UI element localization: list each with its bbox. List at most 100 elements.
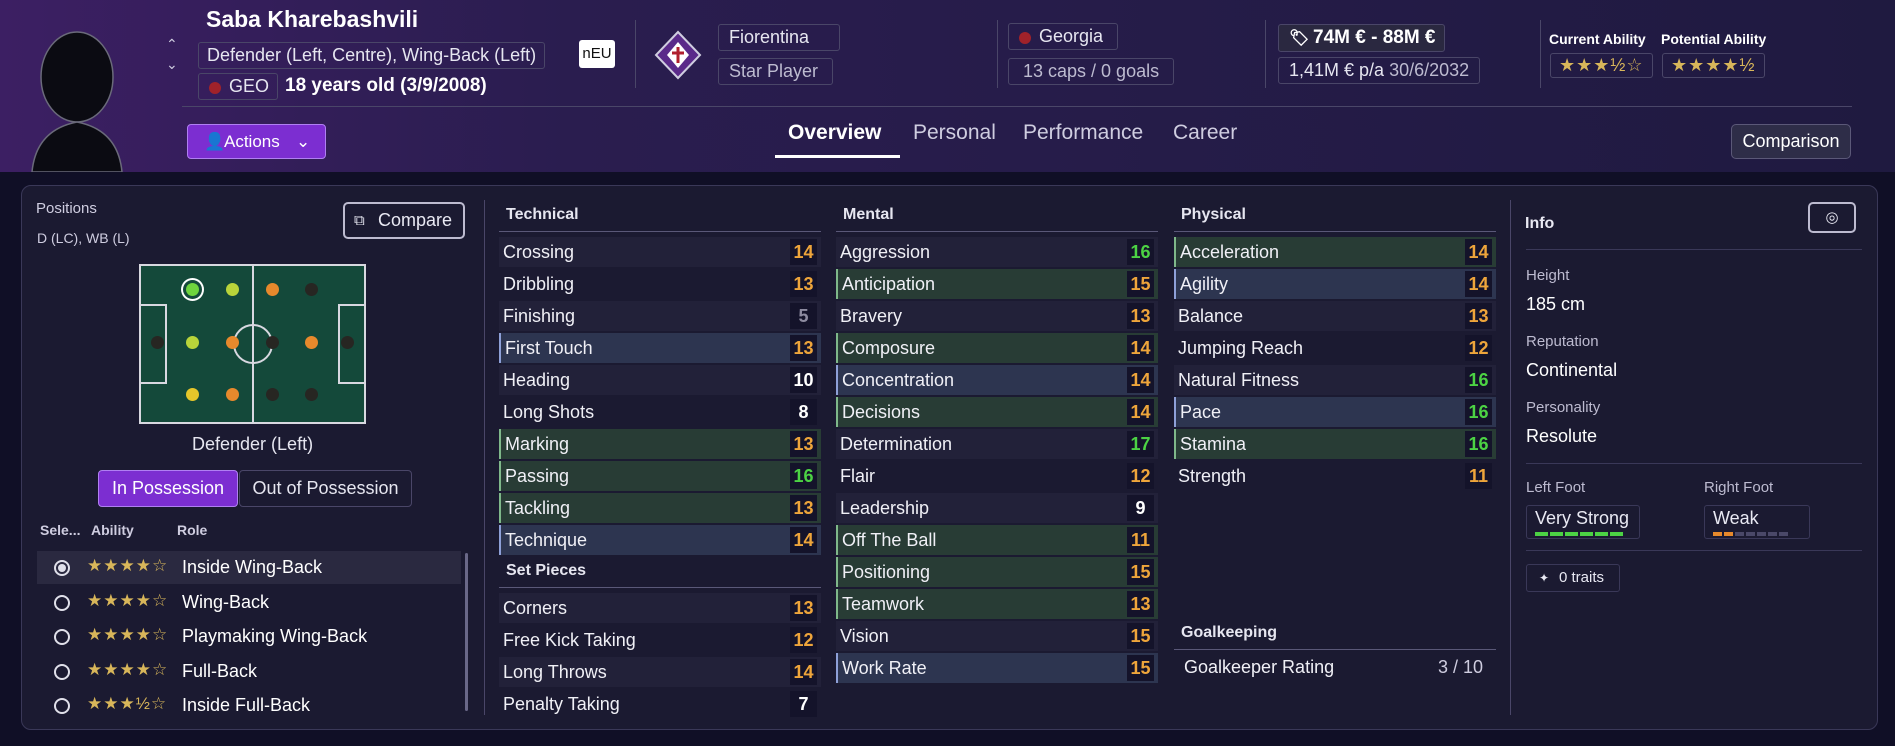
attribute-row[interactable]: Off The Ball 11 <box>836 525 1158 555</box>
attribute-row[interactable]: Anticipation 15 <box>836 269 1158 299</box>
attribute-row[interactable]: Long Shots 8 <box>499 397 821 427</box>
attribute-row[interactable]: Leadership 9 <box>836 493 1158 523</box>
attribute-row[interactable]: Dribbling 13 <box>499 269 821 299</box>
actions-button[interactable]: 👤 Actions ⌄ <box>187 124 326 159</box>
attribute-row[interactable]: Long Throws 14 <box>499 657 821 687</box>
role-name: Wing-Back <box>182 591 270 612</box>
divider <box>1510 200 1511 715</box>
attribute-value: 13 <box>790 271 817 297</box>
tab-overview[interactable]: Overview <box>788 121 881 145</box>
attribute-row[interactable]: Heading 10 <box>499 365 821 395</box>
attribute-name: Bravery <box>840 306 903 326</box>
tab-indicator <box>775 155 900 158</box>
roles-scrollbar[interactable] <box>465 553 468 711</box>
attribute-value: 12 <box>1127 463 1154 489</box>
comparison-button[interactable]: Comparison <box>1731 124 1851 159</box>
profile-settings-icon[interactable]: ◎ <box>1808 202 1856 233</box>
attribute-row[interactable]: Vision 15 <box>836 621 1158 651</box>
tab-performance[interactable]: Performance <box>1023 121 1143 145</box>
attribute-row[interactable]: Finishing 5 <box>499 301 821 331</box>
height-value: 185 cm <box>1526 294 1586 314</box>
attribute-name: Work Rate <box>842 658 927 678</box>
attribute-value: 15 <box>1127 623 1154 649</box>
attribute-value: 5 <box>790 303 817 329</box>
attribute-row[interactable]: Stamina 16 <box>1174 429 1496 459</box>
attribute-value: 15 <box>1127 655 1154 681</box>
attribute-row[interactable]: Decisions 14 <box>836 397 1158 427</box>
traits-button[interactable]: ✦ 0 traits <box>1526 564 1620 592</box>
attribute-row[interactable]: Bravery 13 <box>836 301 1158 331</box>
attribute-row[interactable]: Flair 12 <box>836 461 1158 491</box>
current-ability-stars: ★★★½☆ <box>1550 53 1653 78</box>
attribute-name: Flair <box>840 466 875 486</box>
roles-header-select[interactable]: Sele... <box>40 522 80 538</box>
role-row[interactable]: ★★★★☆ Inside Wing-Back <box>37 551 461 584</box>
info-rule <box>1526 249 1862 250</box>
compare-button[interactable]: ⧉ Compare <box>343 202 465 239</box>
attribute-row[interactable]: Tackling 13 <box>499 493 821 523</box>
attribute-value: 16 <box>1127 239 1154 265</box>
height-label: Height <box>1526 267 1570 284</box>
roles-header-role[interactable]: Role <box>177 522 207 538</box>
attribute-row[interactable]: Natural Fitness 16 <box>1174 365 1496 395</box>
player-nav-arrows[interactable]: ⌃ ⌄ <box>166 34 178 74</box>
attribute-row[interactable]: Concentration 14 <box>836 365 1158 395</box>
radio-button[interactable] <box>54 698 70 714</box>
attribute-row[interactable]: Free Kick Taking 12 <box>499 625 821 655</box>
tab-career[interactable]: Career <box>1173 121 1237 145</box>
roles-header-ability[interactable]: Ability <box>91 522 134 538</box>
attribute-row[interactable]: Technique 14 <box>499 525 821 555</box>
attribute-row[interactable]: Penalty Taking 7 <box>499 689 821 719</box>
technical-title: Technical <box>506 206 579 223</box>
attribute-row[interactable]: Composure 14 <box>836 333 1158 363</box>
chevron-down-icon: ⌄ <box>296 132 311 151</box>
role-row[interactable]: ★★★½☆ Inside Full-Back <box>37 689 461 722</box>
role-name: Inside Full-Back <box>182 695 311 715</box>
club-name[interactable]: Fiorentina <box>718 24 841 51</box>
attribute-row[interactable]: Acceleration 14 <box>1174 237 1496 267</box>
attribute-row[interactable]: First Touch 13 <box>499 333 821 363</box>
pitch-dot <box>305 388 318 401</box>
attribute-row[interactable]: Corners 13 <box>499 593 821 623</box>
neu-badge: nEU <box>579 40 615 68</box>
personality-value: Resolute <box>1526 426 1598 446</box>
in-possession-button[interactable]: In Possession <box>98 470 238 507</box>
reputation-value: Continental <box>1526 360 1618 380</box>
out-of-possession-button[interactable]: Out of Possession <box>239 470 412 507</box>
fiorentina-crest-icon[interactable] <box>653 30 703 80</box>
attribute-row[interactable]: Pace 16 <box>1174 397 1496 427</box>
attribute-name: Stamina <box>1180 434 1247 454</box>
attribute-row[interactable]: Work Rate 15 <box>836 653 1158 683</box>
attribute-name: Teamwork <box>842 594 925 614</box>
attribute-row[interactable]: Crossing 14 <box>499 237 821 267</box>
personality-label: Personality <box>1526 399 1601 416</box>
attribute-row[interactable]: Jumping Reach 12 <box>1174 333 1496 363</box>
radio-button[interactable] <box>54 594 70 611</box>
tab-personal[interactable]: Personal <box>913 121 996 145</box>
attribute-row[interactable]: Determination 17 <box>836 429 1158 459</box>
right-foot-value: Weak <box>1713 508 1759 528</box>
attribute-row[interactable]: Marking 13 <box>499 429 821 459</box>
attribute-row[interactable]: Passing 16 <box>499 461 821 491</box>
attribute-value: 14 <box>1465 239 1492 265</box>
radio-button[interactable] <box>54 663 70 680</box>
country-badge[interactable]: Georgia <box>1008 23 1119 50</box>
club-status: Star Player <box>718 58 834 85</box>
role-stars: ★★★½☆ <box>87 694 168 713</box>
radio-button[interactable] <box>54 629 70 645</box>
attribute-row[interactable]: Agility 14 <box>1174 269 1496 299</box>
role-row[interactable]: ★★★★☆ Playmaking Wing-Back <box>37 620 461 653</box>
attribute-row[interactable]: Teamwork 13 <box>836 589 1158 619</box>
attribute-value: 10 <box>790 367 817 393</box>
attribute-row[interactable]: Balance 13 <box>1174 301 1496 331</box>
nation-badge[interactable]: GEO <box>198 73 279 100</box>
role-row[interactable]: ★★★★☆ Full-Back <box>37 655 461 688</box>
divider <box>1540 20 1541 88</box>
pitch-dot <box>186 336 199 349</box>
pitch-dot <box>266 283 279 296</box>
role-row[interactable]: ★★★★☆ Wing-Back <box>37 586 461 619</box>
attribute-row[interactable]: Aggression 16 <box>836 237 1158 267</box>
attribute-row[interactable]: Strength 11 <box>1174 461 1496 491</box>
attribute-row[interactable]: Positioning 15 <box>836 557 1158 587</box>
radio-button[interactable] <box>54 560 70 576</box>
